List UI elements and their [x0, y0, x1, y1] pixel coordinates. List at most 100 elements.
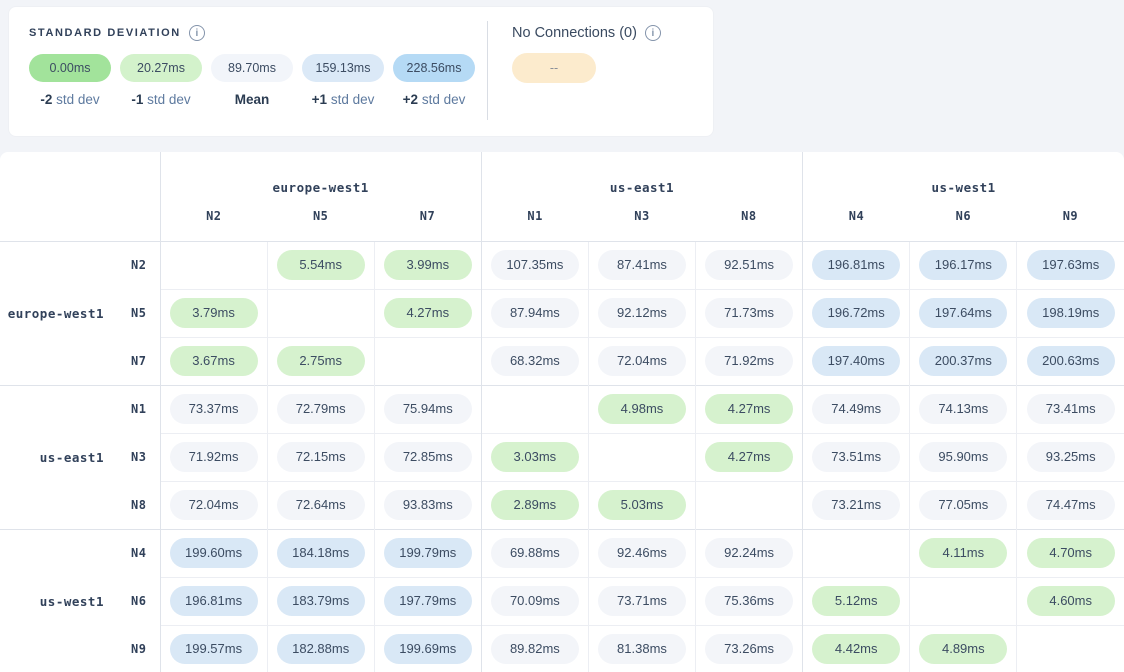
latency-value-pill: 3.03ms [491, 442, 579, 472]
latency-value-pill: 199.79ms [384, 538, 472, 568]
latency-cell: 92.51ms [696, 241, 803, 289]
latency-cell: 74.49ms [803, 385, 910, 433]
latency-value-pill: 107.35ms [491, 250, 579, 280]
column-node-header: N5 [267, 207, 374, 241]
latency-value-pill: 71.92ms [170, 442, 258, 472]
latency-cell: 73.71ms [588, 577, 695, 625]
latency-cell: 182.88ms [267, 625, 374, 672]
latency-cell: 68.32ms [481, 337, 588, 385]
column-group-region: us-west1 [803, 152, 1124, 207]
latency-value-pill: 197.40ms [812, 346, 900, 376]
latency-value-pill: 92.24ms [705, 538, 793, 568]
latency-value-pill: 74.13ms [919, 394, 1007, 424]
latency-value-pill: 74.49ms [812, 394, 900, 424]
latency-cell: 75.94ms [374, 385, 481, 433]
latency-value-pill: 3.79ms [170, 298, 258, 328]
latency-value-pill: 72.04ms [170, 490, 258, 520]
latency-value-pill: 87.41ms [598, 250, 686, 280]
latency-value-pill: 4.89ms [919, 634, 1007, 664]
latency-value-pill: 196.81ms [812, 250, 900, 280]
latency-value-pill: 196.81ms [170, 586, 258, 616]
latency-value-pill: 72.64ms [277, 490, 365, 520]
latency-cell: 73.21ms [803, 481, 910, 529]
column-node-header: N4 [803, 207, 910, 241]
matrix-row: europe-west1N25.54ms3.99ms107.35ms87.41m… [0, 241, 1124, 289]
latency-cell: 71.73ms [696, 289, 803, 337]
column-node-header: N6 [910, 207, 1017, 241]
latency-value-pill: 4.11ms [919, 538, 1007, 568]
latency-cell: 93.25ms [1017, 433, 1124, 481]
latency-value-pill: 5.03ms [598, 490, 686, 520]
latency-cell: 74.13ms [910, 385, 1017, 433]
row-node-header: N6 [112, 577, 160, 625]
column-node-header: N2 [160, 207, 267, 241]
latency-cell: 197.64ms [910, 289, 1017, 337]
latency-value-pill: 73.26ms [705, 634, 793, 664]
row-node-header: N2 [112, 241, 160, 289]
row-node-header: N9 [112, 625, 160, 672]
latency-value-pill: 68.32ms [491, 346, 579, 376]
latency-cell: 4.27ms [374, 289, 481, 337]
latency-cell: 77.05ms [910, 481, 1017, 529]
latency-value-pill: 199.69ms [384, 634, 472, 664]
latency-cell: 3.03ms [481, 433, 588, 481]
latency-cell: 198.19ms [1017, 289, 1124, 337]
column-node-header: N7 [374, 207, 481, 241]
latency-value-pill: 95.90ms [919, 442, 1007, 472]
latency-value-pill: 72.79ms [277, 394, 365, 424]
latency-cell: 92.12ms [588, 289, 695, 337]
legend-pills: 0.00ms20.27ms89.70ms159.13ms228.56ms [29, 54, 487, 82]
latency-value-pill: 200.63ms [1027, 346, 1115, 376]
latency-value-pill: 183.79ms [277, 586, 365, 616]
latency-cell: 199.57ms [160, 625, 267, 672]
matrix-row: us-east1N173.37ms72.79ms75.94ms4.98ms4.2… [0, 385, 1124, 433]
row-group-region: europe-west1 [0, 241, 112, 385]
latency-cell: 87.94ms [481, 289, 588, 337]
info-icon[interactable]: i [189, 25, 205, 41]
info-icon[interactable]: i [645, 25, 661, 41]
latency-value-pill: 92.12ms [598, 298, 686, 328]
latency-value-pill: 75.36ms [705, 586, 793, 616]
latency-cell: 200.63ms [1017, 337, 1124, 385]
latency-cell: 72.85ms [374, 433, 481, 481]
row-node-header: N7 [112, 337, 160, 385]
latency-value-pill: 198.19ms [1027, 298, 1115, 328]
latency-cell: 4.27ms [696, 385, 803, 433]
latency-value-pill: 197.64ms [919, 298, 1007, 328]
latency-cell: 74.47ms [1017, 481, 1124, 529]
latency-value-pill: 197.63ms [1027, 250, 1115, 280]
latency-cell [588, 433, 695, 481]
latency-value-pill: 72.04ms [598, 346, 686, 376]
latency-cell: 5.54ms [267, 241, 374, 289]
legend-pill: 20.27ms [120, 54, 202, 82]
latency-cell: 73.26ms [696, 625, 803, 672]
latency-value-pill: 69.88ms [491, 538, 579, 568]
latency-value-pill: 4.60ms [1027, 586, 1115, 616]
legend-pill: 89.70ms [211, 54, 293, 82]
latency-value-pill: 89.82ms [491, 634, 579, 664]
latency-cell: 2.89ms [481, 481, 588, 529]
latency-cell: 89.82ms [481, 625, 588, 672]
latency-cell [1017, 625, 1124, 672]
latency-cell: 72.64ms [267, 481, 374, 529]
latency-cell: 3.79ms [160, 289, 267, 337]
latency-cell: 196.81ms [160, 577, 267, 625]
column-node-header: N8 [696, 207, 803, 241]
latency-cell: 183.79ms [267, 577, 374, 625]
latency-value-pill: 73.21ms [812, 490, 900, 520]
legend-pill-label: -1 std dev [120, 92, 202, 107]
row-node-header: N8 [112, 481, 160, 529]
matrix-row: N6196.81ms183.79ms197.79ms70.09ms73.71ms… [0, 577, 1124, 625]
latency-cell [481, 385, 588, 433]
legend-pill: 0.00ms [29, 54, 111, 82]
latency-value-pill: 81.38ms [598, 634, 686, 664]
latency-cell: 107.35ms [481, 241, 588, 289]
latency-cell: 200.37ms [910, 337, 1017, 385]
latency-cell: 196.81ms [803, 241, 910, 289]
latency-value-pill: 5.54ms [277, 250, 365, 280]
row-node-header: N4 [112, 529, 160, 577]
latency-value-pill: 4.27ms [384, 298, 472, 328]
latency-cell: 72.04ms [160, 481, 267, 529]
latency-value-pill: 196.17ms [919, 250, 1007, 280]
latency-cell [374, 337, 481, 385]
